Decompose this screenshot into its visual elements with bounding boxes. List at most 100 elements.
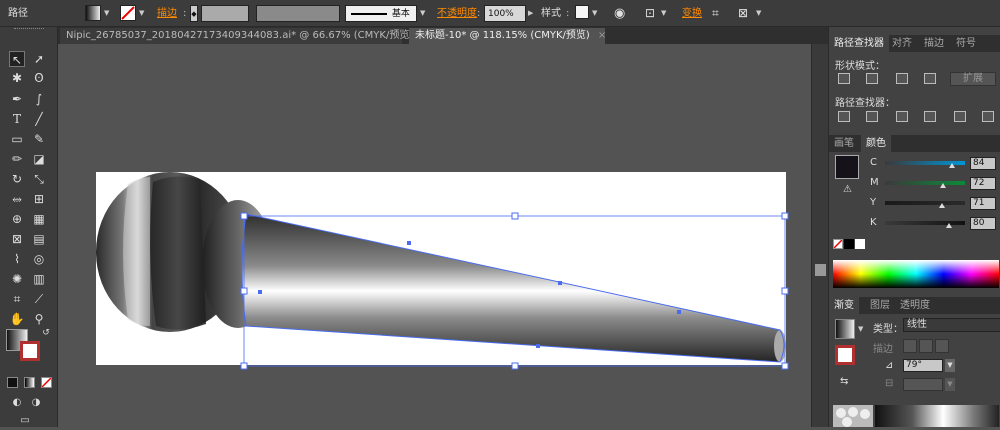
isolate-dropdown-icon[interactable]: ▼ (756, 5, 761, 22)
crop-icon[interactable] (924, 111, 936, 122)
white-swatch[interactable] (855, 239, 865, 249)
artboard-tool-icon[interactable]: ⌗ (9, 291, 25, 307)
stroke-weight-input[interactable] (201, 5, 249, 22)
eyedropper-tool-icon[interactable]: ⌇ (9, 251, 25, 267)
opacity-dropdown-icon[interactable]: ▶ (528, 5, 533, 22)
stroke-gradient-within-button[interactable] (903, 339, 917, 353)
channel-value-input[interactable]: 72 (970, 177, 996, 190)
channel-value-input[interactable]: 84 (970, 157, 996, 170)
channel-slider-knob[interactable] (946, 223, 952, 228)
stroke-swatch[interactable] (120, 5, 136, 21)
angle-dropdown-icon[interactable]: ▼ (945, 359, 955, 372)
symbol-sprayer-tool-icon[interactable]: ✺ (9, 271, 25, 287)
opacity-label[interactable]: 不透明度 (437, 5, 477, 22)
gradient-stop-circles[interactable] (833, 405, 873, 427)
fill-color-swatch[interactable] (835, 155, 859, 179)
divide-icon[interactable] (838, 111, 850, 122)
isolate-icon[interactable]: ⊠ (738, 5, 748, 22)
unite-icon[interactable] (838, 73, 850, 84)
aspect-ratio-dropdown-icon[interactable]: ▼ (945, 378, 955, 391)
out-of-gamut-icon[interactable]: ⚠ (843, 184, 852, 195)
line-tool-icon[interactable]: ╱ (31, 111, 47, 127)
pen-tool-icon[interactable]: ✒ (9, 91, 25, 107)
color-spectrum[interactable] (833, 260, 999, 288)
selection-tool-icon[interactable]: ↖ (9, 51, 25, 67)
stroke-color-box[interactable] (20, 341, 40, 361)
slice-tool-icon[interactable]: ⟋ (31, 291, 47, 307)
vertical-scrollbar[interactable] (811, 44, 828, 427)
merge-icon[interactable] (896, 111, 908, 122)
scrollbar-thumb[interactable] (815, 264, 826, 276)
tab-color[interactable]: 颜色 (861, 135, 891, 152)
channel-value-input[interactable]: 71 (970, 197, 996, 210)
stroke-gradient-along-button[interactable] (919, 339, 933, 353)
transform-label[interactable]: 变换 (682, 5, 702, 22)
reverse-gradient-icon[interactable]: ⇆ (840, 376, 848, 387)
curvature-tool-icon[interactable]: ∫ (31, 91, 47, 107)
free-transform-tool-icon[interactable]: ⊞ (31, 191, 47, 207)
shape-builder-tool-icon[interactable]: ⊕ (9, 211, 25, 227)
stroke-dropdown-icon[interactable]: ▼ (139, 5, 144, 22)
tab-untitled-10[interactable]: 未标题-10* @ 118.15% (CMYK/预览) × (409, 28, 606, 44)
hand-tool-icon[interactable]: ✋ (9, 311, 25, 327)
minus-front-icon[interactable] (866, 73, 878, 84)
tab-nipic-document[interactable]: Nipic_26785037_20180427173409344083.ai* … (60, 28, 430, 44)
tab-gradient[interactable]: 渐变 (829, 297, 859, 314)
channel-slider[interactable] (885, 201, 965, 205)
expand-button[interactable]: 扩展 (950, 72, 996, 86)
lasso-tool-icon[interactable]: ʘ (31, 70, 47, 86)
brush-definition-select[interactable]: 基本 (345, 5, 417, 22)
draw-inside-icon[interactable]: ◑ (28, 395, 44, 411)
tab-pathfinder[interactable]: 路径查找器 (829, 35, 889, 52)
channel-slider-knob[interactable] (949, 163, 956, 168)
aspect-ratio-input[interactable] (903, 378, 943, 391)
gradient-angle-input[interactable]: 79° (903, 359, 943, 372)
paintbrush-tool-icon[interactable]: ✎ (31, 131, 47, 147)
blend-tool-icon[interactable]: ◎ (31, 251, 47, 267)
fill-swatch[interactable] (85, 5, 101, 21)
channel-slider[interactable] (885, 221, 965, 225)
type-tool-icon[interactable]: T (9, 111, 25, 127)
style-dropdown-icon[interactable]: ▼ (592, 5, 597, 22)
align-icon[interactable]: ⊡ (645, 5, 655, 22)
brush-dropdown-icon[interactable]: ▼ (420, 5, 425, 22)
gradient-tool-icon[interactable]: ▤ (31, 231, 47, 247)
magic-wand-tool-icon[interactable]: ✱ (9, 70, 25, 86)
trim-icon[interactable] (866, 111, 878, 122)
tab-layers[interactable]: 图层 (865, 297, 895, 314)
tab-stroke[interactable]: 描边 (919, 35, 949, 52)
tab-align[interactable]: 对齐 (887, 35, 917, 52)
draw-mode-icon[interactable]: ◐ (9, 395, 25, 411)
graphic-style-swatch[interactable] (575, 5, 589, 19)
pencil-tool-icon[interactable]: ✏ (9, 151, 25, 167)
intersect-icon[interactable] (896, 73, 908, 84)
tab-symbols[interactable]: 符号 (951, 35, 981, 52)
width-tool-icon[interactable]: ⥈ (9, 191, 25, 207)
microphone-artwork[interactable] (58, 44, 828, 427)
stroke-gradient-across-button[interactable] (935, 339, 949, 353)
recolor-artwork-icon[interactable]: ◉ (614, 5, 625, 22)
stroke-label[interactable]: 描边 (157, 5, 177, 22)
fill-dropdown-icon[interactable]: ▼ (104, 5, 109, 22)
eraser-tool-icon[interactable]: ◪ (31, 151, 47, 167)
variable-width-select[interactable] (256, 5, 340, 22)
tab-transparency[interactable]: 透明度 (895, 297, 935, 314)
exclude-icon[interactable] (924, 73, 936, 84)
mesh-tool-icon[interactable]: ⊠ (9, 231, 25, 247)
close-icon[interactable]: × (598, 30, 606, 41)
minus-back-icon[interactable] (982, 111, 994, 122)
tab-brushes[interactable]: 画笔 (829, 135, 859, 152)
channel-slider-knob[interactable] (939, 183, 946, 188)
canvas-area[interactable] (58, 44, 828, 427)
rectangle-tool-icon[interactable]: ▭ (9, 131, 25, 147)
gradient-type-select[interactable]: 线性 (903, 318, 1000, 332)
channel-slider[interactable] (885, 181, 965, 185)
none-swatch[interactable] (833, 239, 843, 249)
align-dropdown-icon[interactable]: ▼ (661, 5, 666, 22)
column-graph-tool-icon[interactable]: ▥ (31, 271, 47, 287)
direct-selection-tool-icon[interactable]: ➚ (31, 51, 47, 67)
black-swatch[interactable] (844, 239, 854, 249)
perspective-grid-tool-icon[interactable]: ▦ (31, 211, 47, 227)
stroke-weight-stepper[interactable]: ◆ (190, 5, 198, 22)
rotate-tool-icon[interactable]: ↻ (9, 171, 25, 187)
